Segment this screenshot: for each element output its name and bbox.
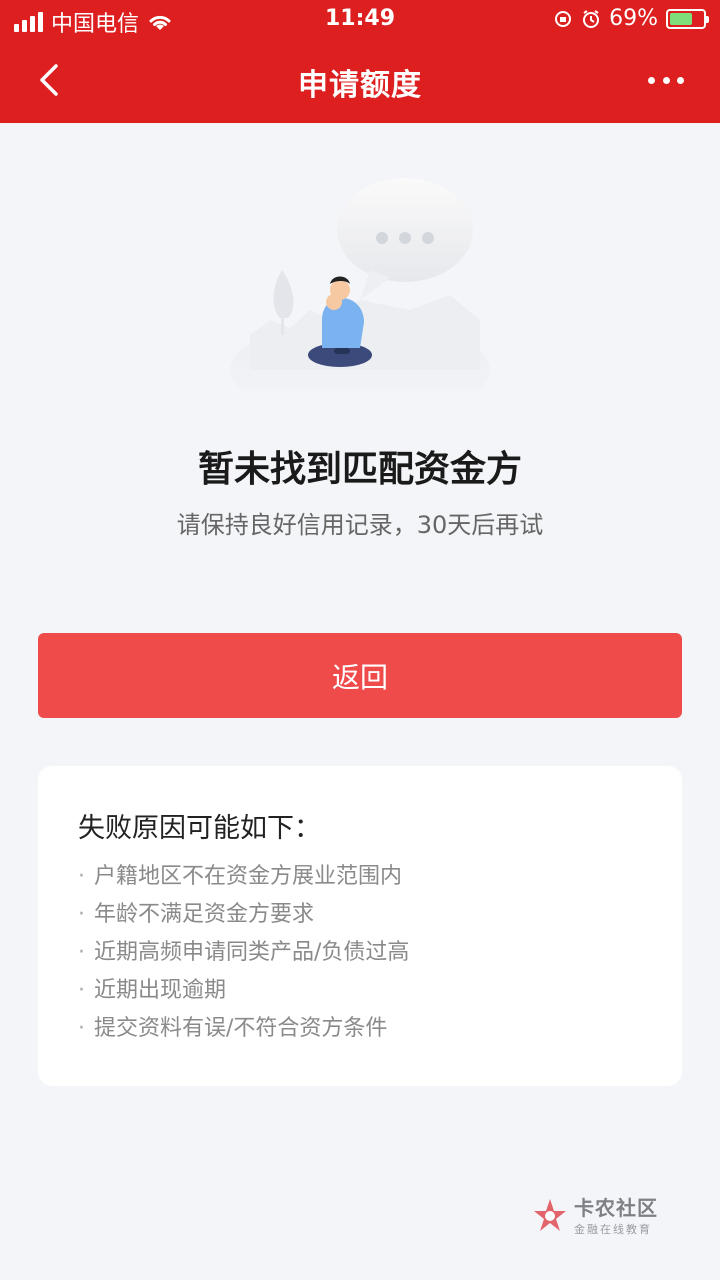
result-headline: 暂未找到匹配资金方: [197, 449, 522, 490]
watermark-text: 卡农社区 金融在线教育: [574, 1192, 658, 1237]
reason-text: 提交资料有误/不符合资方条件: [94, 1016, 388, 1041]
alarm-icon: [583, 9, 600, 28]
watermark-tagline: 金融在线教育: [574, 1223, 652, 1236]
list-item: · 户籍地区不在资金方展业范围内: [78, 858, 409, 896]
watermark: 卡农社区 金融在线教育: [532, 1192, 658, 1237]
kanong-logo-icon: [534, 1198, 566, 1231]
reason-text: 近期出现逾期: [94, 978, 227, 1003]
failure-reasons-card: 失败原因可能如下： · 户籍地区不在资金方展业范围内 · 年龄不满足资金方要求 · 近…: [38, 766, 682, 1086]
bullet-icon: ·: [78, 1016, 85, 1041]
more-dot-icon: [648, 76, 655, 84]
list-item: · 近期高频申请同类产品/负债过高: [78, 934, 409, 972]
battery-percent: 69%: [609, 6, 658, 31]
status-bar: 中国电信 11:49 69%: [0, 0, 720, 40]
result-subline: 请保持良好信用记录，30天后再试: [176, 511, 544, 539]
more-options-button[interactable]: [648, 70, 684, 90]
list-item: · 近期出现逾期: [78, 972, 409, 1010]
empty-state-illustration: [230, 178, 490, 390]
status-right: 69%: [553, 6, 709, 31]
return-button[interactable]: 返回: [38, 633, 682, 718]
bullet-icon: ·: [78, 902, 85, 927]
top-bar: 中国电信 11:49 69% 申请额度: [0, 0, 720, 123]
reason-text: 年龄不满足资金方要求: [94, 902, 315, 927]
page-title: 申请额度: [298, 68, 422, 103]
nav-bar: 申请额度: [0, 40, 720, 123]
bullet-icon: ·: [78, 978, 85, 1003]
failure-reasons-list: · 户籍地区不在资金方展业范围内 · 年龄不满足资金方要求 · 近期高频申请同类产品/…: [78, 858, 409, 1048]
more-dot-icon: [662, 76, 670, 84]
reason-text: 户籍地区不在资金方展业范围内: [94, 864, 403, 889]
rotation-lock-icon: [555, 10, 572, 27]
battery-icon: [666, 8, 709, 29]
list-item: · 提交资料有误/不符合资方条件: [78, 1010, 409, 1048]
list-item: · 年龄不满足资金方要求: [78, 896, 409, 934]
more-dot-icon: [677, 76, 684, 84]
battery-fill: [670, 12, 692, 25]
bullet-icon: ·: [78, 864, 85, 889]
failure-reasons-title: 失败原因可能如下：: [78, 813, 321, 844]
reason-text: 近期高频申请同类产品/负债过高: [94, 940, 410, 965]
bullet-icon: ·: [78, 940, 85, 965]
watermark-name: 卡农社区: [574, 1196, 658, 1220]
